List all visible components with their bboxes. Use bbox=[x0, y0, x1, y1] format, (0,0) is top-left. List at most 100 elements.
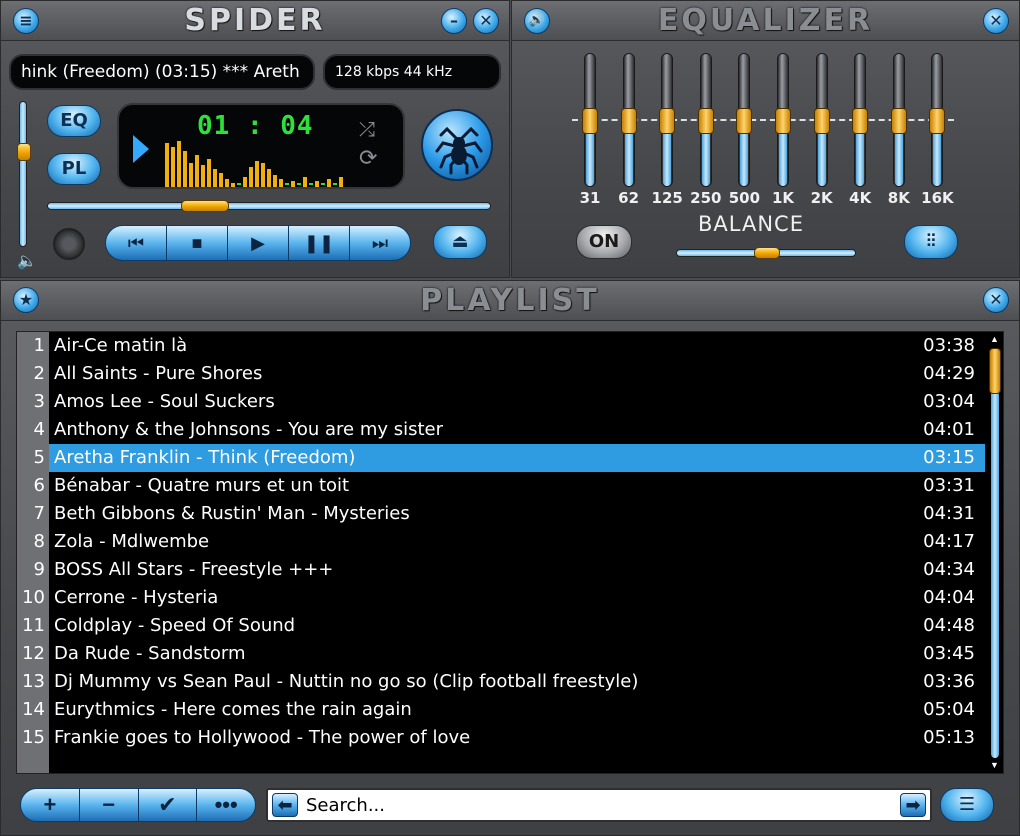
eq-band-slider[interactable] bbox=[620, 53, 637, 187]
eq-close-button[interactable]: ✕ bbox=[983, 8, 1009, 34]
eq-band-slider[interactable] bbox=[736, 53, 753, 187]
next-button[interactable]: ⏭ bbox=[350, 226, 410, 260]
plus-icon: + bbox=[43, 792, 57, 817]
playlist-row-selected[interactable]: 5 Aretha Franklin - Think (Freedom) 03:15 bbox=[17, 444, 985, 472]
eq-band-knob[interactable] bbox=[736, 108, 753, 134]
close-button[interactable]: ✕ bbox=[473, 8, 499, 34]
pl-button[interactable]: PL bbox=[47, 153, 101, 185]
add-button[interactable]: + bbox=[21, 789, 80, 821]
row-duration: 03:38 bbox=[923, 335, 975, 356]
row-number: 8 bbox=[17, 528, 49, 556]
playlist-row[interactable]: 14 Eurythmics - Here comes the rain again… bbox=[17, 696, 985, 724]
playlist-row[interactable]: 9 BOSS All Stars - Freestyle +++ 04:34 bbox=[17, 556, 985, 584]
row-duration: 03:04 bbox=[923, 391, 975, 412]
eq-band-knob[interactable] bbox=[890, 108, 907, 134]
arrow-left-icon: ⬅ bbox=[277, 795, 293, 815]
playlist-row[interactable]: 10 Cerrone - Hysteria 04:04 bbox=[17, 584, 985, 612]
playlist-close-button[interactable]: ✕ bbox=[983, 287, 1009, 313]
previous-button[interactable]: ⏮ bbox=[106, 226, 167, 260]
volume-slider[interactable] bbox=[17, 101, 31, 247]
playlist-row[interactable]: 4 Anthony & the Johnsons - You are my sis… bbox=[17, 416, 985, 444]
select-button[interactable]: ✔ bbox=[139, 789, 198, 821]
stop-button[interactable]: ■ bbox=[167, 226, 228, 260]
play-icon: ▶ bbox=[251, 232, 265, 253]
eq-band-slider[interactable] bbox=[697, 53, 714, 187]
playlist-row[interactable]: 15 Frankie goes to Hollywood - The power … bbox=[17, 724, 985, 752]
equalizer-titlebar[interactable]: EQUALIZER bbox=[512, 1, 1019, 41]
playlist-row[interactable]: 6 Bénabar - Quatre murs et un toit 03:31 bbox=[17, 472, 985, 500]
player-titlebar[interactable]: SPIDER bbox=[1, 1, 509, 41]
eq-band-label: 500 bbox=[728, 189, 761, 207]
eq-band-slider[interactable] bbox=[929, 53, 946, 187]
eq-band-label: 1K bbox=[771, 189, 795, 207]
search-input[interactable] bbox=[306, 794, 896, 816]
playlist-row[interactable]: 13 Dj Mummy vs Sean Paul - Nuttin no go s… bbox=[17, 668, 985, 696]
eq-band-knob[interactable] bbox=[620, 108, 637, 134]
ellipsis-icon: ••• bbox=[214, 792, 238, 817]
search-go-button[interactable]: ➡ bbox=[900, 793, 926, 817]
scroll-track[interactable] bbox=[991, 348, 999, 758]
eq-band-knob[interactable] bbox=[852, 108, 869, 134]
minimize-button[interactable]: – bbox=[441, 8, 467, 34]
search-back-button[interactable]: ⬅ bbox=[272, 793, 298, 817]
remove-button[interactable]: − bbox=[80, 789, 139, 821]
playlist-row[interactable]: 7 Beth Gibbons & Rustin' Man - Mysteries 0… bbox=[17, 500, 985, 528]
row-title: Bénabar - Quatre murs et un toit bbox=[54, 475, 350, 496]
pause-button[interactable]: ❚❚ bbox=[289, 226, 350, 260]
eq-band-slider[interactable] bbox=[582, 53, 598, 187]
playlist-list[interactable]: 1 Air-Ce matin là 03:38 2 All Saints - Pure … bbox=[16, 331, 1004, 774]
scroll-up-icon[interactable]: ▲ bbox=[990, 334, 999, 344]
position-slider[interactable] bbox=[47, 200, 491, 212]
shuffle-icon[interactable]: ⤮ bbox=[359, 119, 375, 142]
playlist-titlebar[interactable]: PLAYLIST bbox=[1, 281, 1019, 321]
row-title: Dj Mummy vs Sean Paul - Nuttin no go so … bbox=[54, 671, 639, 692]
position-knob[interactable] bbox=[181, 200, 230, 212]
eq-band-knob[interactable] bbox=[813, 108, 830, 134]
visual-display: 01 : 04 ⤮ ⟳ bbox=[117, 103, 405, 189]
eq-band-knob[interactable] bbox=[775, 108, 791, 134]
balance-knob[interactable] bbox=[754, 247, 780, 259]
playlist-scrollbar[interactable]: ▲ ▼ bbox=[989, 334, 1001, 772]
eq-band-knob[interactable] bbox=[929, 108, 946, 134]
eq-band-knob[interactable] bbox=[582, 108, 598, 134]
player-title: SPIDER bbox=[184, 3, 326, 38]
row-number: 9 bbox=[17, 556, 49, 584]
eq-on-button[interactable]: ON bbox=[576, 225, 632, 259]
menu-button[interactable]: ≡ bbox=[13, 8, 39, 34]
repeat-icon[interactable]: ⟳ bbox=[359, 145, 377, 171]
playlist-menu-button[interactable]: ☰ bbox=[940, 788, 994, 822]
spider-logo-button[interactable] bbox=[421, 109, 493, 181]
eject-button[interactable]: ⏏ bbox=[433, 225, 487, 259]
row-title: Beth Gibbons & Rustin' Man - Mysteries bbox=[54, 503, 410, 524]
volume-knob[interactable] bbox=[17, 142, 31, 161]
balance-slider[interactable] bbox=[676, 247, 856, 259]
eq-band-slider[interactable] bbox=[659, 53, 676, 187]
eq-band-slider[interactable] bbox=[852, 53, 869, 187]
scroll-down-icon[interactable]: ▼ bbox=[990, 760, 999, 770]
eq-band-slider[interactable] bbox=[813, 53, 830, 187]
eq-speaker-button[interactable]: 🔊 bbox=[524, 8, 550, 34]
row-duration: 04:34 bbox=[923, 559, 975, 580]
eq-band-knob[interactable] bbox=[697, 108, 714, 134]
more-button[interactable]: ••• bbox=[197, 789, 255, 821]
eq-band-knob[interactable] bbox=[659, 108, 676, 134]
playlist-title: PLAYLIST bbox=[420, 283, 600, 318]
playlist-row[interactable]: 3 Amos Lee - Soul Suckers 03:04 bbox=[17, 388, 985, 416]
row-title: Da Rude - Sandstorm bbox=[54, 643, 246, 664]
eq-band-label: 62 bbox=[618, 189, 640, 207]
playlist-row[interactable]: 12 Da Rude - Sandstorm 03:45 bbox=[17, 640, 985, 668]
eq-presets-button[interactable]: ⫶⫶ bbox=[904, 225, 958, 259]
row-duration: 05:04 bbox=[923, 699, 975, 720]
playlist-row[interactable]: 1 Air-Ce matin là 03:38 bbox=[17, 332, 985, 360]
playlist-row[interactable]: 11 Coldplay - Speed Of Sound 04:48 bbox=[17, 612, 985, 640]
play-button[interactable]: ▶ bbox=[228, 226, 289, 260]
eq-band-slider[interactable] bbox=[775, 53, 791, 187]
playlist-row[interactable]: 8 Zola - Mdlwembe 04:17 bbox=[17, 528, 985, 556]
eq-button[interactable]: EQ bbox=[47, 105, 101, 137]
scroll-thumb[interactable] bbox=[989, 348, 1001, 394]
playlist-row[interactable]: 2 All Saints - Pure Shores 04:29 bbox=[17, 360, 985, 388]
eq-band-slider[interactable] bbox=[890, 53, 907, 187]
favorite-button[interactable]: ★ bbox=[13, 287, 39, 313]
speaker-icon: 🔈 bbox=[17, 253, 37, 270]
record-button[interactable] bbox=[53, 228, 85, 260]
